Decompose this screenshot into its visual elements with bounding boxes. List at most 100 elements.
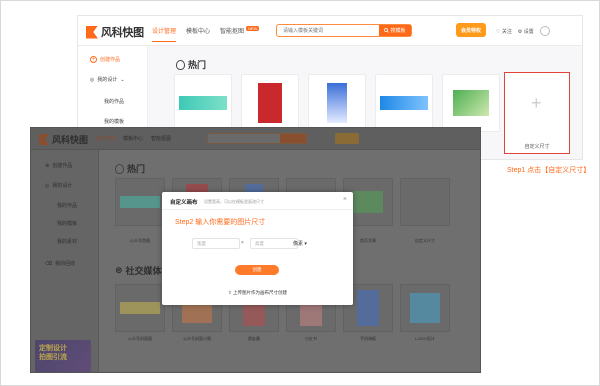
dimmed-nav-smart-cutout: 智能抠图: [151, 136, 172, 142]
template-thumbnail: [258, 83, 282, 123]
hot-label: 热门: [188, 60, 207, 70]
template-card[interactable]: [308, 74, 366, 132]
dimmed-card: [115, 178, 165, 226]
custom-size-label: 自定义尺寸: [524, 144, 550, 150]
promo-banner: 定制设计 拍图引流: [35, 340, 91, 372]
dimmed-card-label: 公众号封面小图: [183, 336, 211, 341]
dimmed-nav-template-center: 模板中心: [123, 136, 144, 142]
dimmed-card-label: 小红书: [305, 336, 317, 341]
dimmed-card: [400, 284, 450, 332]
search-button-label: 搜模板: [390, 28, 406, 34]
create-button[interactable]: 创建: [235, 265, 279, 275]
unit-select[interactable]: 像素 ▾: [293, 240, 307, 247]
dimmed-sidebar-my-templates: 我的模板: [57, 221, 78, 227]
promo-line2: 拍图引流: [39, 354, 67, 361]
dialog-divider: [162, 209, 353, 210]
logo-text: 风科快图: [101, 27, 144, 39]
dimmed-card-label: LOGO设计: [415, 336, 435, 341]
tutorial-frame: 风科快图 设计管理 模板中心 智能抠图NEW 搜模板 会员特权 ♡ 关注 ⚙ 设…: [0, 0, 600, 386]
dimmed-top-nav: 风科快图 设计管理 模板中心 智能抠图: [31, 128, 480, 150]
times-symbol: ×: [241, 240, 244, 246]
user-icon: ◎: [45, 182, 50, 189]
top-nav: 风科快图 设计管理 模板中心 智能抠图NEW 搜模板 会员特权 ♡ 关注 ⚙ 设…: [78, 16, 582, 46]
height-field[interactable]: 高度: [250, 238, 298, 249]
sidebar-my-templates[interactable]: 我的模板: [104, 118, 124, 125]
logo[interactable]: 风科快图: [86, 24, 144, 40]
plus-circle-icon: +: [90, 56, 97, 63]
fire-icon: [176, 59, 185, 70]
vip-button[interactable]: 会员特权: [456, 23, 486, 37]
width-field[interactable]: 宽度: [192, 238, 240, 249]
template-card[interactable]: [241, 74, 299, 132]
nav-design-management[interactable]: 设计管理: [152, 26, 177, 42]
avatar[interactable]: [539, 26, 550, 36]
template-thumbnail: [120, 196, 160, 208]
follow-label: 关注: [501, 28, 512, 35]
dimmed-sidebar-my-design: ◎ 我的设计: [45, 182, 73, 190]
settings-button[interactable]: ⚙ 设置: [518, 28, 534, 35]
dimmed-card: [400, 178, 450, 226]
step1-annotation: Step1 点击【自定义尺寸】: [507, 167, 591, 174]
dimmed-card-label: 公众号封面图: [128, 336, 152, 341]
dimmed-sidebar-my-design-label: 我的设计: [52, 183, 73, 189]
globe-icon: ⊛: [115, 265, 123, 275]
dialog-title: 自定义画布: [170, 200, 198, 206]
dimmed-sidebar-recycle-label: 我的回收: [55, 261, 76, 267]
sidebar-create-label: 创建作品: [100, 57, 121, 63]
dimmed-card-label: 自定义尺寸: [415, 238, 435, 243]
nav-links: 设计管理 模板中心 智能抠图NEW: [152, 26, 260, 42]
template-card[interactable]: [174, 74, 232, 132]
search-bar: 搜模板: [276, 24, 412, 37]
hot-section-title: 热门: [176, 58, 206, 71]
template-card[interactable]: [375, 74, 433, 132]
sidebar-create[interactable]: + 创建作品: [90, 56, 120, 63]
dimmed-sidebar-my-works: 我的作品: [57, 203, 78, 209]
nav-smart-cutout[interactable]: 智能抠图NEW: [220, 26, 260, 42]
custom-canvas-dialog: 自定义画布 设置宽高，可以在模板里面改尺寸 × Step2 输入你需要的图片尺寸…: [162, 192, 353, 305]
template-thumbnail: [453, 90, 489, 116]
search-icon: [384, 28, 390, 33]
nav-template-center[interactable]: 模板中心: [186, 26, 210, 42]
dimmed-nav-design-management: 设计管理: [95, 136, 116, 142]
custom-size-card[interactable]: + 自定义尺寸: [504, 72, 570, 154]
logo-mark-icon: [86, 25, 98, 39]
fire-icon: [115, 163, 124, 174]
dimmed-card-label: 朋友圈: [248, 336, 260, 341]
dialog-hint: 设置宽高，可以在模板里面改尺寸: [204, 199, 264, 204]
upload-link[interactable]: ⇪ 上传图片作为画布尺寸创建: [162, 290, 353, 296]
step2-annotation: Step2 输入你需要的图片尺寸: [175, 219, 266, 226]
nav-actions: ♡ 关注 ⚙ 设置: [496, 26, 550, 36]
user-icon: ◎: [90, 76, 95, 83]
dimmed-sidebar-create-label: 创建作品: [52, 163, 73, 169]
template-thumbnail: [353, 191, 383, 213]
dimmed-logo: 风科快图: [39, 133, 88, 146]
dimmed-search-button: [280, 134, 306, 143]
template-thumbnail: [179, 96, 227, 110]
dimmed-search-bar: [207, 133, 307, 144]
sidebar-my-works[interactable]: 我的作品: [104, 98, 124, 105]
follow-button[interactable]: ♡ 关注: [496, 28, 512, 35]
dimmed-sidebar-my-resources: 我的素材: [57, 239, 78, 245]
dimmed-logo-text: 风科快图: [52, 135, 89, 145]
plus-icon: +: [531, 93, 542, 113]
template-thumbnail: [410, 293, 440, 323]
dimmed-social-label: 社交媒体: [125, 266, 162, 276]
dimmed-social-title: ⊛ 社交媒体: [115, 264, 162, 277]
dimmed-sidebar-create: ⊕ 创建作品: [45, 162, 73, 170]
template-thumbnail: [327, 83, 347, 123]
search-input[interactable]: [277, 25, 379, 36]
search-button[interactable]: 搜模板: [379, 25, 411, 36]
upload-icon: ⇪: [227, 290, 232, 295]
close-icon[interactable]: ×: [343, 196, 347, 203]
dimmed-hot-title: 热门: [115, 162, 145, 175]
dimmed-nav-links: 设计管理 模板中心 智能抠图: [95, 135, 171, 142]
upload-link-label: 上传图片作为画布尺寸创建: [233, 290, 288, 295]
dimmed-sidebar-recycle: ⌫ 我的回收: [45, 260, 76, 268]
promo-line1: 定制设计: [39, 345, 67, 352]
dimmed-card-label: 手机海报: [360, 336, 376, 341]
new-badge: NEW: [246, 26, 260, 31]
dimmed-card-label: 公众号首图: [130, 238, 150, 243]
template-thumbnail: [380, 96, 428, 110]
sidebar-my-design[interactable]: ◎ 我的设计 ⌄: [90, 76, 125, 84]
template-card[interactable]: [442, 74, 500, 132]
